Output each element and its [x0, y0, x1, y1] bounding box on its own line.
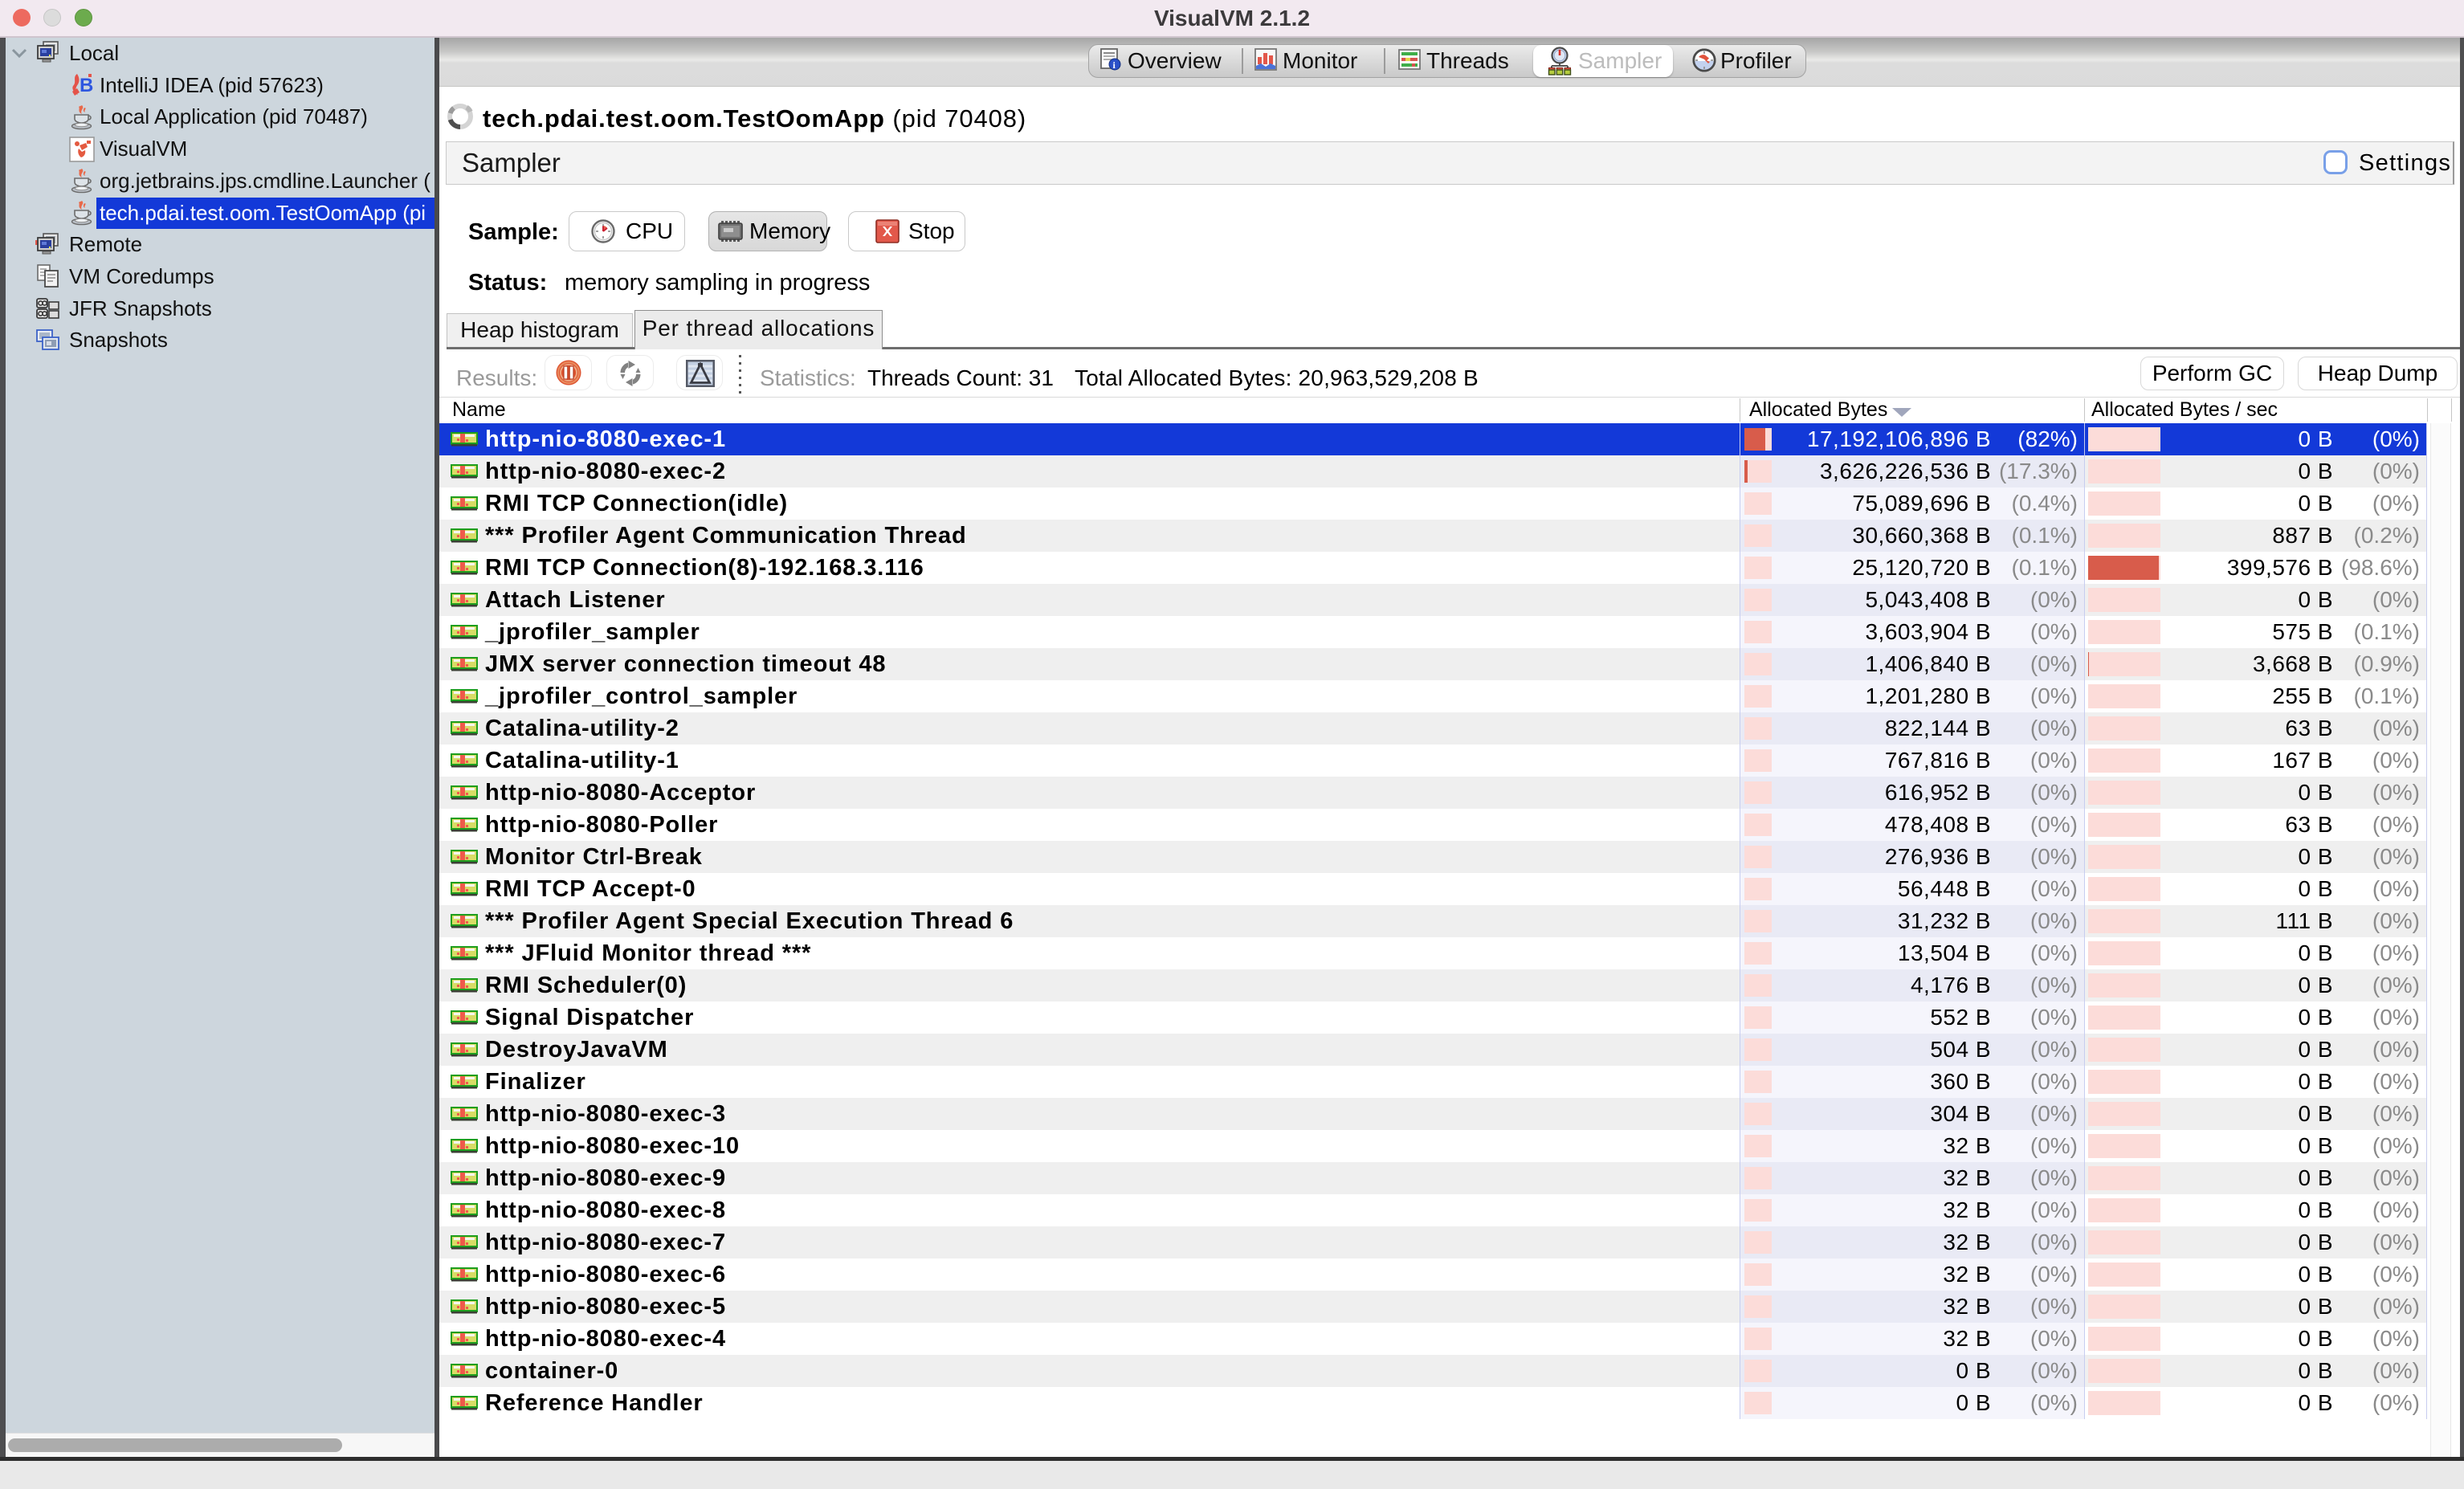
svg-text:B: B [80, 75, 93, 96]
